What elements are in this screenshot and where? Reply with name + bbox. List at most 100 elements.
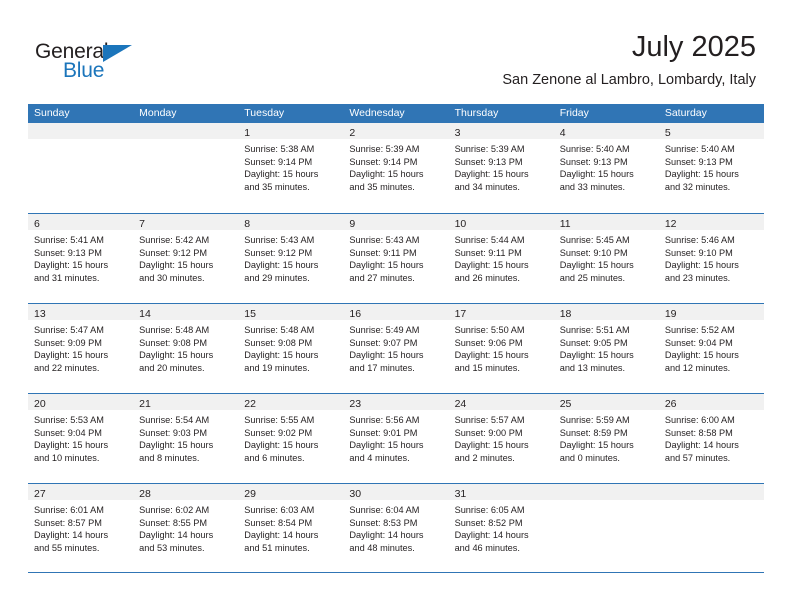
day-cell[interactable]: 2 Sunrise: 5:39 AM Sunset: 9:14 PM Dayli… (343, 123, 449, 213)
day-cell[interactable]: 21 Sunrise: 5:54 AM Sunset: 9:03 PM Dayl… (133, 394, 239, 483)
day-number: 11 (559, 218, 571, 230)
day-cell[interactable]: 19 Sunrise: 5:52 AM Sunset: 9:04 PM Dayl… (658, 304, 764, 393)
day-cell[interactable]: 5 Sunrise: 5:40 AM Sunset: 9:13 PM Dayli… (658, 123, 764, 213)
day-info: Sunrise: 5:48 AM Sunset: 9:08 PM Dayligh… (133, 320, 238, 374)
day-cell[interactable]: 14 Sunrise: 5:48 AM Sunset: 9:08 PM Dayl… (133, 304, 239, 393)
day-number-band: 3 (448, 123, 554, 139)
day-cell[interactable] (658, 484, 764, 572)
day-number: 24 (454, 398, 467, 410)
sunset-text: Sunset: 9:12 PM (139, 247, 208, 258)
day-cell[interactable] (28, 123, 134, 213)
day-cell[interactable]: 7 Sunrise: 5:42 AM Sunset: 9:12 PM Dayli… (133, 214, 239, 303)
day-cell[interactable]: 3 Sunrise: 5:39 AM Sunset: 9:13 PM Dayli… (448, 123, 554, 213)
sunrise-text: Sunrise: 6:00 AM (664, 415, 735, 425)
day-cell[interactable] (133, 123, 239, 213)
day-cell[interactable]: 29 Sunrise: 6:03 AM Sunset: 8:54 PM Dayl… (238, 484, 344, 572)
daylight-text: Daylight: 14 hours and 53 minutes. (139, 530, 214, 553)
sunset-text: Sunset: 9:13 PM (664, 156, 733, 167)
day-cell[interactable]: 6 Sunrise: 5:41 AM Sunset: 9:13 PM Dayli… (28, 214, 134, 303)
day-cell[interactable]: 10 Sunrise: 5:44 AM Sunset: 9:11 PM Dayl… (448, 214, 554, 303)
sunrise-text: Sunrise: 6:04 AM (349, 505, 420, 515)
day-info: Sunrise: 6:05 AM Sunset: 8:52 PM Dayligh… (449, 500, 554, 554)
sunrise-text: Sunrise: 5:45 AM (559, 235, 630, 245)
day-cell[interactable]: 31 Sunrise: 6:05 AM Sunset: 8:52 PM Dayl… (448, 484, 554, 572)
sunset-text: Sunset: 9:08 PM (244, 337, 313, 348)
day-number-band: 24 (448, 394, 554, 410)
sunset-text: Sunset: 8:53 PM (349, 517, 418, 528)
daylight-text: Daylight: 15 hours and 32 minutes. (664, 169, 739, 192)
sunset-text: Sunset: 9:07 PM (349, 337, 418, 348)
day-info: Sunrise: 5:56 AM Sunset: 9:01 PM Dayligh… (343, 410, 448, 464)
day-info: Sunrise: 5:42 AM Sunset: 9:12 PM Dayligh… (133, 230, 238, 284)
day-number: 14 (139, 308, 151, 320)
day-number-band: 28 (133, 484, 239, 500)
day-number-band: 14 (133, 304, 239, 320)
logo-text-blue: Blue (63, 59, 105, 82)
daylight-text: Daylight: 15 hours and 26 minutes. (454, 260, 529, 283)
day-cell[interactable]: 24 Sunrise: 5:57 AM Sunset: 9:00 PM Dayl… (448, 394, 554, 483)
day-info: Sunrise: 5:48 AM Sunset: 9:08 PM Dayligh… (238, 320, 343, 374)
day-number: 16 (349, 308, 362, 320)
daylight-text: Daylight: 15 hours and 0 minutes. (559, 440, 634, 463)
day-cell[interactable]: 25 Sunrise: 5:59 AM Sunset: 8:59 PM Dayl… (553, 394, 659, 483)
day-number-band: 1 (238, 123, 344, 139)
day-number: 31 (454, 488, 467, 500)
day-info: Sunrise: 6:02 AM Sunset: 8:55 PM Dayligh… (133, 500, 238, 554)
day-number-band (133, 123, 239, 139)
day-number: 12 (664, 218, 677, 230)
day-cell[interactable]: 18 Sunrise: 5:51 AM Sunset: 9:05 PM Dayl… (553, 304, 659, 393)
day-cell[interactable]: 28 Sunrise: 6:02 AM Sunset: 8:55 PM Dayl… (133, 484, 239, 572)
weekday-header-saturday: Saturday (664, 107, 707, 119)
daylight-text: Daylight: 15 hours and 10 minutes. (34, 440, 109, 463)
day-cell[interactable]: 22 Sunrise: 5:55 AM Sunset: 9:02 PM Dayl… (238, 394, 344, 483)
sunrise-text: Sunrise: 6:03 AM (244, 505, 315, 515)
day-cell[interactable]: 16 Sunrise: 5:49 AM Sunset: 9:07 PM Dayl… (343, 304, 449, 393)
day-number-band: 8 (238, 214, 344, 230)
day-number: 18 (559, 308, 572, 320)
sunrise-text: Sunrise: 5:48 AM (139, 325, 210, 335)
day-cell[interactable]: 23 Sunrise: 5:56 AM Sunset: 9:01 PM Dayl… (343, 394, 449, 483)
day-cell[interactable]: 27 Sunrise: 6:01 AM Sunset: 8:57 PM Dayl… (28, 484, 134, 572)
day-cell[interactable]: 30 Sunrise: 6:04 AM Sunset: 8:53 PM Dayl… (343, 484, 449, 572)
day-cell[interactable]: 1 Sunrise: 5:38 AM Sunset: 9:14 PM Dayli… (238, 123, 344, 213)
day-number: 23 (349, 398, 362, 410)
sunrise-text: Sunrise: 5:52 AM (664, 325, 735, 335)
daylight-text: Daylight: 15 hours and 33 minutes. (559, 169, 634, 192)
sunset-text: Sunset: 9:14 PM (349, 156, 418, 167)
day-number: 2 (349, 127, 356, 139)
day-cell[interactable] (553, 484, 659, 572)
day-number-band: 15 (238, 304, 344, 320)
day-cell[interactable]: 11 Sunrise: 5:45 AM Sunset: 9:10 PM Dayl… (553, 214, 659, 303)
day-cell[interactable]: 12 Sunrise: 5:46 AM Sunset: 9:10 PM Dayl… (658, 214, 764, 303)
day-number-band: 31 (448, 484, 554, 500)
day-cell[interactable]: 9 Sunrise: 5:43 AM Sunset: 9:11 PM Dayli… (343, 214, 449, 303)
day-cell[interactable]: 13 Sunrise: 5:47 AM Sunset: 9:09 PM Dayl… (28, 304, 134, 393)
weekday-header-monday: Monday (139, 107, 177, 119)
sunset-text: Sunset: 9:11 PM (349, 247, 417, 258)
sunrise-text: Sunrise: 5:40 AM (664, 144, 735, 154)
sunrise-text: Sunrise: 5:46 AM (664, 235, 735, 245)
day-cell[interactable]: 26 Sunrise: 6:00 AM Sunset: 8:58 PM Dayl… (658, 394, 764, 483)
daylight-text: Daylight: 15 hours and 29 minutes. (244, 260, 319, 283)
sunset-text: Sunset: 9:10 PM (559, 247, 628, 258)
day-number-band: 30 (343, 484, 449, 500)
day-info: Sunrise: 5:45 AM Sunset: 9:10 PM Dayligh… (554, 230, 659, 284)
day-number-band: 6 (28, 214, 134, 230)
generalblue-logo[interactable]: General Blue (35, 40, 155, 82)
day-cell[interactable]: 4 Sunrise: 5:40 AM Sunset: 9:13 PM Dayli… (553, 123, 659, 213)
day-info (659, 500, 764, 504)
day-number-band: 21 (133, 394, 239, 410)
day-cell[interactable]: 20 Sunrise: 5:53 AM Sunset: 9:04 PM Dayl… (28, 394, 134, 483)
day-info (28, 139, 133, 143)
day-number: 25 (559, 398, 572, 410)
day-cell[interactable]: 8 Sunrise: 5:43 AM Sunset: 9:12 PM Dayli… (238, 214, 344, 303)
day-info: Sunrise: 5:43 AM Sunset: 9:12 PM Dayligh… (238, 230, 343, 284)
sunrise-text: Sunrise: 6:05 AM (454, 505, 525, 515)
day-info: Sunrise: 5:53 AM Sunset: 9:04 PM Dayligh… (28, 410, 133, 464)
daylight-text: Daylight: 15 hours and 12 minutes. (664, 350, 739, 373)
day-info: Sunrise: 5:44 AM Sunset: 9:11 PM Dayligh… (449, 230, 554, 284)
day-cell[interactable]: 15 Sunrise: 5:48 AM Sunset: 9:08 PM Dayl… (238, 304, 344, 393)
sunset-text: Sunset: 9:11 PM (454, 247, 522, 258)
day-cell[interactable]: 17 Sunrise: 5:50 AM Sunset: 9:06 PM Dayl… (448, 304, 554, 393)
sunrise-text: Sunrise: 5:44 AM (454, 235, 525, 245)
